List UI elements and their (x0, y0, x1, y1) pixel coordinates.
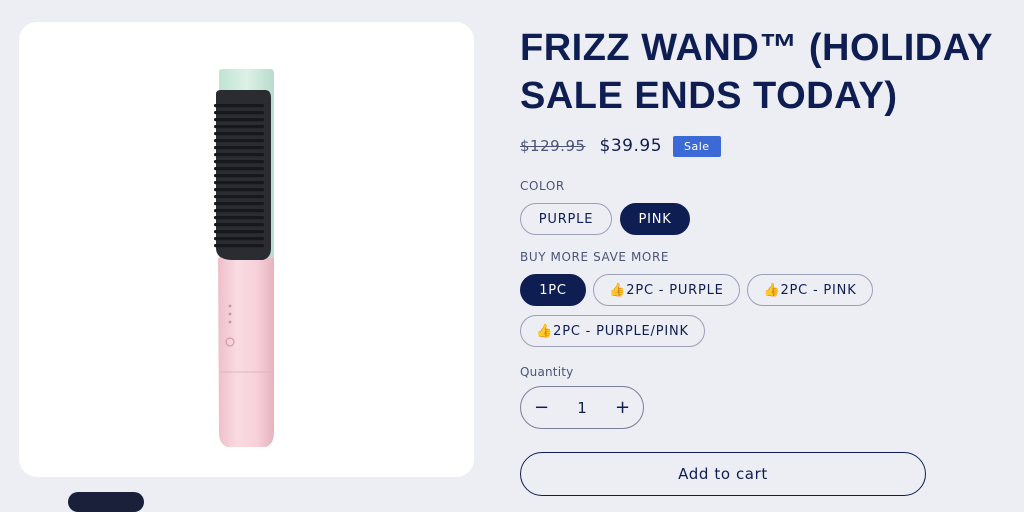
bristle-row (214, 125, 264, 129)
quantity-label: Quantity (520, 365, 574, 379)
bristle-row (214, 160, 264, 164)
bristle-row (214, 237, 264, 241)
led-dot-icon (228, 312, 232, 316)
bristle-row (214, 153, 264, 157)
sale-badge: Sale (673, 135, 721, 157)
bundle-option-2pc-purple-pink[interactable]: 👍2PC - PURPLE/PINK (520, 315, 705, 347)
bristle-row (214, 223, 264, 227)
led-dot-icon (228, 320, 232, 324)
bristle-row (214, 244, 264, 248)
quantity-increase-button[interactable]: + (602, 387, 643, 428)
bristle-row (214, 216, 264, 220)
bristle-row (214, 202, 264, 206)
bundle-option-2pc-purple[interactable]: 👍2PC - PURPLE (593, 274, 740, 306)
product-title: FRIZZ WAND™ (HOLIDAY SALE ENDS TODAY) (520, 27, 993, 117)
regular-price: $129.95 (520, 137, 586, 155)
bristle-row (214, 174, 264, 178)
sale-price: $39.95 (599, 136, 663, 156)
bristle-row (214, 167, 264, 171)
quantity-stepper: − 1 + (520, 386, 644, 429)
bristle-row (214, 104, 264, 108)
bristle-row (214, 132, 264, 136)
bristle-row (214, 139, 264, 143)
product-info: FRIZZ WAND™ (HOLIDAY SALE ENDS TODAY) $1… (520, 24, 1010, 496)
quantity-input[interactable]: 1 (562, 399, 602, 417)
led-dot-icon (228, 304, 232, 308)
bristles (214, 104, 264, 248)
bristle-row (214, 118, 264, 122)
bristle-row (214, 146, 264, 150)
pink-handle-shape (218, 258, 274, 447)
bristle-row (214, 188, 264, 192)
thumbnail-edge[interactable] (68, 492, 144, 512)
bristle-row (214, 181, 264, 185)
bristle-row (214, 195, 264, 199)
color-option-label: COLOR (520, 179, 565, 193)
product-media-card (19, 22, 474, 477)
bristle-row (214, 209, 264, 213)
bundle-option-1pc[interactable]: 1PC (520, 274, 586, 306)
bundle-option-label: BUY MORE SAVE MORE (520, 250, 670, 264)
product-image[interactable] (19, 22, 474, 477)
bristle-row (214, 230, 264, 234)
color-option-pink[interactable]: PINK (620, 203, 690, 235)
bundle-option-2pc-pink[interactable]: 👍2PC - PINK (747, 274, 873, 306)
quantity-decrease-button[interactable]: − (521, 387, 562, 428)
bristle-row (214, 111, 264, 115)
price-row: $129.95 $39.95 Sale (520, 135, 721, 157)
add-to-cart-button[interactable]: Add to cart (520, 452, 926, 496)
color-option-purple[interactable]: PURPLE (520, 203, 612, 235)
